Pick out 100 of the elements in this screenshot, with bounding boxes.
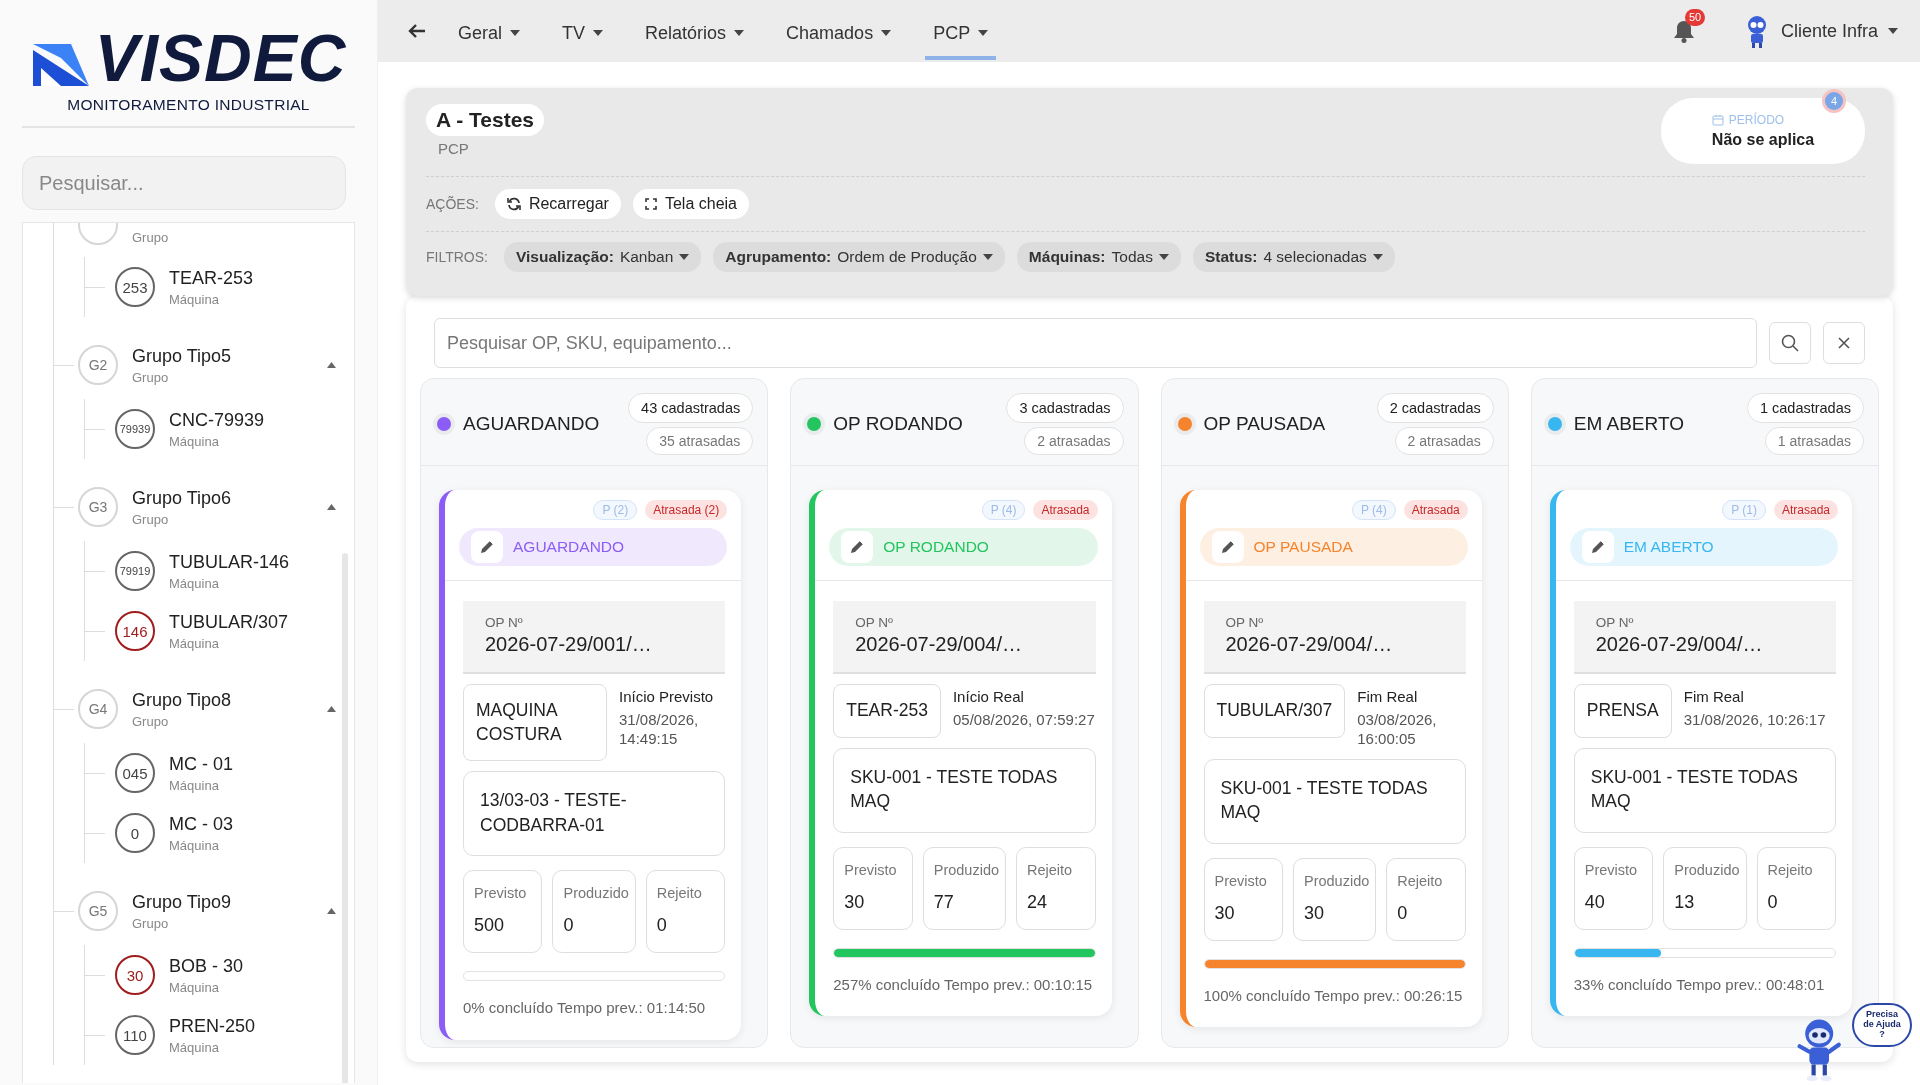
nav-menu-tab[interactable]: PCP bbox=[925, 2, 997, 60]
nav-menu-tab[interactable]: Geral bbox=[450, 2, 528, 60]
nav-menu-tab[interactable]: TV bbox=[554, 2, 612, 60]
order-card[interactable]: P (4) Atrasada OP PAUSADA OP Nº 2026-07-29/004/… TUBULAR/307 Fim Real 03/08/2026, 16:00:05 SKU-001 - TESTE TODAS MAQ Previsto 30 Produzido 30 Rejeito 0 100% concluído Tempo prev.: 00:26:15 bbox=[1179, 490, 1482, 1027]
search-button[interactable] bbox=[1769, 322, 1811, 364]
edit-button[interactable] bbox=[1581, 531, 1614, 563]
registered-count: 2 cadastradas bbox=[1376, 393, 1494, 423]
tree-subtitle: Máquina bbox=[169, 575, 220, 591]
tree-subtitle: Máquina bbox=[169, 979, 220, 995]
reload-icon bbox=[506, 197, 521, 211]
nav-menu-tab[interactable]: Relatórios bbox=[637, 2, 753, 60]
filter-dropdown[interactable]: Máquinas: Todas bbox=[1016, 242, 1181, 272]
sku-name: SKU-001 - TESTE TODAS MAQ bbox=[1203, 758, 1466, 844]
order-card[interactable]: P (1) Atrasada EM ABERTO OP Nº 2026-07-29/004/… PRENSA Fim Real 31/08/2026, 10:26:17 SKU-001 - TESTE TODAS MAQ Previsto 40 Produzido 13 Rejeito 0 33% concluído Tempo prev.: 00:48:01 bbox=[1549, 490, 1852, 1017]
stat-value: 500 bbox=[474, 915, 506, 937]
search-field[interactable]: Pesquisar... bbox=[22, 156, 346, 210]
group-badge: G2 bbox=[78, 345, 118, 385]
date-label: Início Previsto bbox=[619, 687, 715, 707]
search-field[interactable]: Pesquisar OP, SKU, equipamento... bbox=[434, 318, 1757, 368]
stat-value: 30 bbox=[1214, 902, 1236, 924]
user-menu[interactable]: Cliente Infra bbox=[1742, 14, 1898, 48]
collapse-caret-icon[interactable] bbox=[327, 908, 336, 914]
page-title: A - Testes bbox=[426, 104, 545, 136]
date-value: 31/08/2026, 14:49:15 bbox=[619, 709, 700, 749]
registered-count: 43 cadastradas bbox=[628, 393, 754, 423]
machine-badge: 110 bbox=[115, 1015, 155, 1055]
tree-machine[interactable]: 253 TEAR-253 Máquina bbox=[85, 257, 354, 317]
tree-subtitle: Máquina bbox=[169, 635, 220, 651]
nav-menu-tab[interactable]: Chamados bbox=[778, 2, 900, 60]
column-title: OP PAUSADA bbox=[1203, 413, 1327, 435]
order-card[interactable] bbox=[439, 490, 742, 1040]
filters-label: FILTROS: bbox=[426, 249, 488, 265]
group-badge: G3 bbox=[78, 487, 118, 527]
sku-name: SKU-001 - TESTE TODAS MAQ bbox=[1573, 747, 1836, 833]
clear-button[interactable] bbox=[1823, 322, 1865, 364]
priority-tag: P (4) bbox=[981, 500, 1026, 520]
pencil-icon bbox=[479, 539, 495, 555]
caret-icon bbox=[1372, 254, 1383, 260]
tree-subtitle: Máquina bbox=[169, 777, 220, 793]
estimated-time: Tempo prev.: 01:14:50 bbox=[557, 998, 706, 1019]
calendar-icon bbox=[1711, 114, 1724, 126]
collapse-caret-icon[interactable] bbox=[327, 504, 336, 510]
pencil-icon bbox=[1219, 539, 1236, 555]
tree-machine[interactable]: 79939 CNC-79939 Máquina bbox=[85, 399, 354, 459]
caret-icon bbox=[978, 30, 989, 36]
tree-subtitle: Grupo bbox=[132, 511, 170, 527]
machine-name: BOB - 30 bbox=[169, 955, 245, 977]
edit-button[interactable] bbox=[841, 531, 874, 563]
late-tag: Atrasada (2) bbox=[645, 500, 728, 520]
back-arrow-icon[interactable] bbox=[408, 23, 426, 39]
sku-name: 13/03-03 - TESTE-CODBARRA-01 bbox=[463, 771, 726, 857]
registered-count: 1 cadastradas bbox=[1746, 393, 1864, 423]
machine-name: MC - 01 bbox=[169, 753, 234, 775]
priority-tag: P (1) bbox=[1722, 500, 1766, 520]
stat-label: Previsto bbox=[1584, 861, 1639, 878]
stat-label: Rejeito bbox=[1027, 861, 1074, 878]
tree-subtitle: Máquina bbox=[169, 837, 220, 853]
machine-name: PRENSA bbox=[1573, 684, 1672, 738]
stat-value: 0 bbox=[1767, 891, 1779, 913]
op-number: 2026-07-29/004/… bbox=[1595, 633, 1764, 656]
stat-value: 0 bbox=[1397, 902, 1409, 924]
tree-group[interactable]: G3 Grupo Tipo6 Grupo bbox=[54, 477, 354, 537]
op-number: 2026-07-29/001/… bbox=[485, 633, 653, 656]
action-button[interactable]: Tela cheia bbox=[632, 189, 749, 219]
stat-value: 40 bbox=[1584, 891, 1606, 913]
tree-subtitle: Máquina bbox=[169, 1039, 220, 1055]
stat-label: Produzido bbox=[1303, 872, 1370, 889]
stat-value: 0 bbox=[656, 915, 668, 937]
op-label: OP Nº bbox=[485, 615, 524, 630]
stat-value: 0 bbox=[563, 915, 575, 937]
late-tag: Atrasada bbox=[1773, 500, 1838, 520]
machine-name: TUBULAR/307 bbox=[1203, 684, 1346, 738]
op-label: OP Nº bbox=[1595, 615, 1635, 630]
notification-bell-icon[interactable] bbox=[1672, 19, 1695, 43]
status-pill[interactable]: AGUARDANDO bbox=[459, 528, 728, 566]
caret-icon bbox=[510, 30, 520, 36]
period-value: Não se aplica bbox=[1711, 131, 1815, 149]
action-button[interactable]: Recarregar bbox=[494, 189, 621, 219]
filter-dropdown[interactable]: Agrupamento: Ordem de Produção bbox=[713, 242, 1005, 272]
stat-label: Rejeito bbox=[1397, 872, 1444, 889]
collapse-caret-icon[interactable] bbox=[327, 706, 336, 712]
edit-button[interactable] bbox=[1211, 531, 1244, 563]
collapse-caret-icon[interactable] bbox=[327, 362, 336, 368]
machine-name: TEAR-253 bbox=[169, 267, 255, 289]
help-bubble[interactable]: Precisa de Ajuda ? bbox=[1852, 1003, 1912, 1047]
fullscreen-icon bbox=[644, 198, 657, 210]
caret-icon bbox=[1888, 28, 1898, 34]
search-icon bbox=[1781, 334, 1799, 352]
estimated-time: Tempo prev.: 00:48:01 bbox=[1676, 974, 1825, 995]
filter-dropdown[interactable]: Visualização: Kanban bbox=[503, 242, 702, 272]
late-tag: Atrasada bbox=[1403, 500, 1468, 520]
tree-subtitle: Grupo bbox=[132, 915, 170, 931]
edit-button[interactable] bbox=[471, 531, 503, 563]
group-badge: G5 bbox=[78, 891, 118, 931]
page-subtitle: PCP bbox=[438, 140, 470, 157]
date-label: Fim Real bbox=[1683, 687, 1745, 707]
tree-group[interactable]: G2 Grupo Tipo5 Grupo bbox=[54, 335, 354, 395]
filter-dropdown[interactable]: Status: 4 selecionadas bbox=[1192, 242, 1395, 272]
stat-label: Previsto bbox=[844, 861, 898, 878]
order-card[interactable]: P (4) Atrasada OP RODANDO OP Nº 2026-07-29/004/… TEAR-253 Início Real 05/08/2026, 07:59:27 SKU-001 - TESTE TODAS MAQ Previsto 30 Produzido 77 Rejeito 24 257% concluído Tempo prev.: 00:10:15 bbox=[809, 490, 1112, 1017]
